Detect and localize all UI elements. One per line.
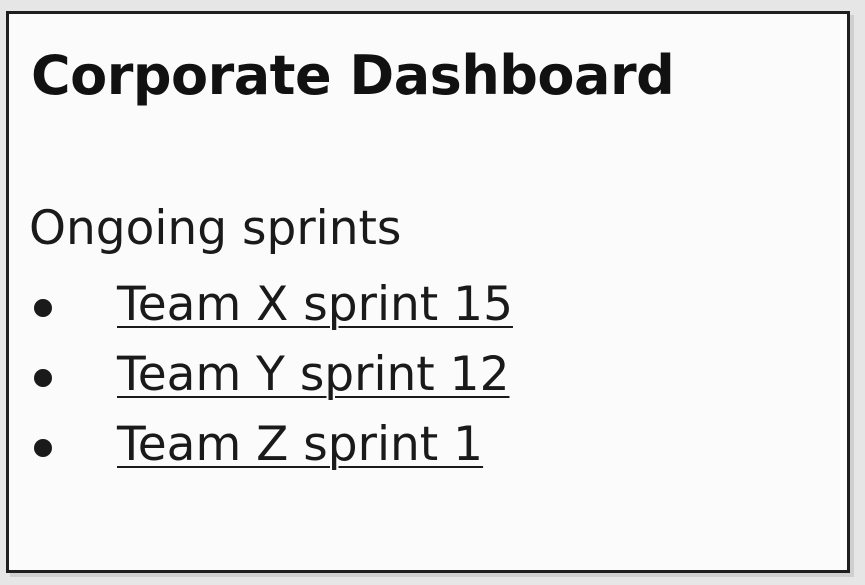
list-item: Team X sprint 15 bbox=[9, 270, 709, 340]
list-item: Team Y sprint 12 bbox=[9, 340, 709, 410]
sprint-list: Team X sprint 15 Team Y sprint 12 Team Z… bbox=[9, 270, 709, 480]
bullet-icon bbox=[34, 299, 52, 317]
page-title: Corporate Dashboard bbox=[31, 44, 675, 107]
sprint-link-team-z[interactable]: Team Z sprint 1 bbox=[117, 416, 483, 474]
bullet-icon bbox=[34, 439, 52, 457]
dashboard-panel: Corporate Dashboard Ongoing sprints Team… bbox=[6, 11, 850, 573]
sprint-link-team-y[interactable]: Team Y sprint 12 bbox=[117, 346, 509, 404]
ongoing-sprints-label: Ongoing sprints bbox=[29, 201, 402, 256]
sprint-link-team-x[interactable]: Team X sprint 15 bbox=[117, 276, 513, 334]
bullet-icon bbox=[34, 369, 52, 387]
list-item: Team Z sprint 1 bbox=[9, 410, 709, 480]
